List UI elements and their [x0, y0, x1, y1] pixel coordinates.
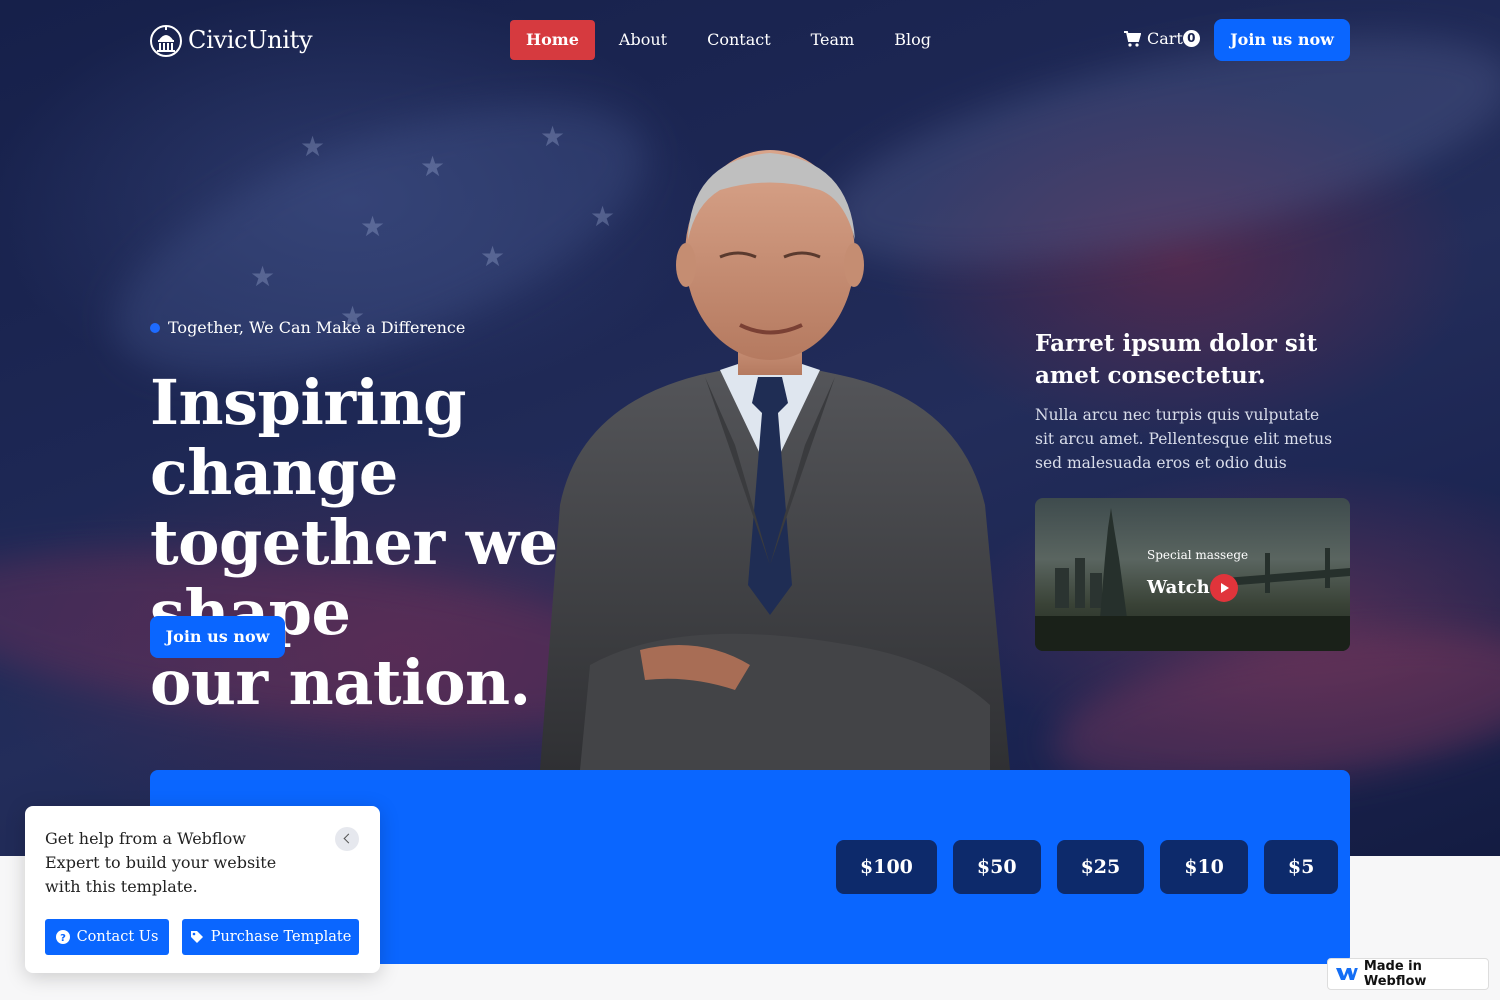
- webflow-icon: [1336, 968, 1358, 980]
- video-watch-label: Watch: [1147, 577, 1210, 598]
- nav-join-button[interactable]: Join us now: [1214, 19, 1350, 61]
- svg-text:?: ?: [60, 933, 66, 944]
- cart-label: Cart: [1147, 29, 1183, 48]
- contact-us-label: Contact Us: [76, 929, 159, 945]
- amount-25-button[interactable]: $25: [1056, 840, 1145, 894]
- made-in-webflow-label: Made in Webflow: [1363, 959, 1427, 989]
- play-icon[interactable]: [1210, 574, 1238, 602]
- headline-line-1: Inspiring change: [150, 366, 467, 509]
- popup-text: Get help from a Webflow Expert to build …: [45, 829, 277, 896]
- nav-blog[interactable]: Blog: [878, 20, 947, 60]
- side-text: Nulla arcu nec turpis quis vulputate sit…: [1035, 406, 1333, 472]
- brand-name: CivicUnity: [188, 26, 313, 54]
- cart-icon: [1124, 30, 1141, 47]
- nav-home[interactable]: Home: [510, 20, 595, 60]
- hero-section: ★ ★ ★ ★ ★ ★ ★ ★ CivicUnity Home About Co…: [0, 0, 1500, 856]
- made-in-webflow-badge[interactable]: Made in Webflow: [1327, 958, 1489, 990]
- hero-eyebrow: Together, We Can Make a Difference: [150, 318, 465, 337]
- purchase-template-label: Purchase Template: [210, 929, 352, 945]
- donation-amounts: $100 $50 $25 $10 $5: [836, 840, 1339, 894]
- eyebrow-text: Together, We Can Make a Difference: [168, 318, 466, 337]
- cart-count-badge: 0: [1182, 30, 1200, 47]
- brand-logo[interactable]: CivicUnity: [150, 22, 313, 58]
- chevron-left-icon[interactable]: [335, 827, 359, 851]
- nav-contact[interactable]: Contact: [691, 20, 787, 60]
- amount-5-button[interactable]: $5: [1263, 840, 1339, 894]
- dot-icon: [150, 322, 160, 333]
- cart-button[interactable]: Cart 0: [1123, 29, 1200, 48]
- side-title: Farret ipsum dolor sit amet consectetur.: [1035, 330, 1318, 389]
- amount-50-button[interactable]: $50: [952, 840, 1041, 894]
- capitol-icon: [150, 25, 182, 57]
- statue-of-liberty-thumbnail: [1035, 508, 1350, 651]
- purchase-template-button[interactable]: Purchase Template: [182, 919, 359, 955]
- video-card[interactable]: Special massege Watch: [1035, 498, 1350, 651]
- video-subtitle: Special massege: [1147, 548, 1249, 562]
- amount-100-button[interactable]: $100: [836, 840, 937, 894]
- contact-us-button[interactable]: ? Contact Us: [45, 919, 169, 955]
- nav-about[interactable]: About: [603, 20, 683, 60]
- nav-team[interactable]: Team: [795, 20, 871, 60]
- hero-join-button[interactable]: Join us now: [150, 616, 285, 658]
- main-nav: Home About Contact Team Blog: [510, 20, 955, 60]
- amount-10-button[interactable]: $10: [1160, 840, 1248, 894]
- webflow-expert-popup: Get help from a Webflow Expert to build …: [25, 806, 380, 973]
- tag-icon: [190, 931, 203, 943]
- question-icon: ?: [55, 930, 70, 944]
- candidate-portrait: [540, 150, 1010, 770]
